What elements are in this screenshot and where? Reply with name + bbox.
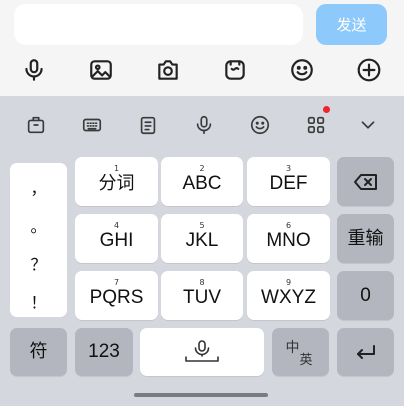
key-number: 2 xyxy=(199,164,205,173)
retype-key[interactable]: 重输 xyxy=(337,214,394,263)
punct-question[interactable]: ？ xyxy=(10,251,67,275)
microphone-icon[interactable] xyxy=(19,56,49,84)
image-icon[interactable] xyxy=(86,56,116,84)
key-label: JKL xyxy=(185,230,219,251)
key-1[interactable]: 1 分词 xyxy=(75,157,158,206)
cn-en-switch-icon: 中 英 xyxy=(285,337,316,368)
key-number: 8 xyxy=(199,278,205,287)
punctuation-column[interactable]: ， 。 ？ ！ xyxy=(10,163,67,317)
key-label: TUV xyxy=(183,287,221,308)
en-label: 英 xyxy=(299,353,313,368)
message-input[interactable] xyxy=(14,4,303,45)
key-label: GHI xyxy=(99,230,134,251)
home-indicator xyxy=(134,393,268,397)
punct-exclaim[interactable]: ！ xyxy=(10,289,67,313)
key-label: WXYZ xyxy=(261,287,316,308)
key-8[interactable]: 8 TUV xyxy=(161,271,243,320)
space-mic-icon xyxy=(185,340,219,362)
key-label: 0 xyxy=(360,284,371,306)
chat-input-area: 发送 xyxy=(0,0,404,96)
cn-label: 中 xyxy=(285,340,300,356)
key-label: MNO xyxy=(266,230,311,251)
key-label: 123 xyxy=(88,341,120,362)
key-9[interactable]: 9 WXYZ xyxy=(247,271,330,320)
camera-icon[interactable] xyxy=(153,56,183,84)
punct-period[interactable]: 。 xyxy=(10,213,67,237)
key-label: 符 xyxy=(29,341,48,362)
cn-en-switch-key[interactable]: 中 英 xyxy=(272,328,329,376)
key-number: 4 xyxy=(113,221,120,230)
backspace-icon xyxy=(353,173,377,190)
enter-icon xyxy=(356,345,375,359)
key-number: 3 xyxy=(285,164,292,173)
plus-circle-icon[interactable] xyxy=(354,56,384,84)
key-number: 7 xyxy=(113,278,120,287)
punct-comma[interactable]: ， xyxy=(10,175,67,199)
emoji-sticker-icon[interactable] xyxy=(220,56,250,84)
key-5[interactable]: 5 JKL xyxy=(161,214,243,263)
key-label: ABC xyxy=(182,173,222,194)
keyboard-icon[interactable] xyxy=(78,111,106,139)
key-number: 9 xyxy=(285,278,292,287)
send-button[interactable]: 发送 xyxy=(316,4,387,45)
toolbox-icon[interactable] xyxy=(22,111,50,139)
key-7[interactable]: 7 PQRS xyxy=(75,271,158,320)
ime-keyboard: ， 。 ？ ！ 1 分词 2 ABC 3 DEF 4 GHI 5 JKL 6 M… xyxy=(0,96,404,406)
chevron-down-icon[interactable] xyxy=(354,111,382,139)
key-4[interactable]: 4 GHI xyxy=(75,214,158,263)
voice-input-icon[interactable] xyxy=(190,111,218,139)
smiley-icon[interactable] xyxy=(287,56,317,84)
key-label: 重输 xyxy=(347,227,384,249)
enter-key[interactable] xyxy=(337,328,394,376)
numbers-key[interactable]: 123 xyxy=(75,328,133,376)
key-number: 1 xyxy=(113,164,120,173)
key-number: 5 xyxy=(199,221,205,230)
key-number: 6 xyxy=(285,221,292,230)
zero-key[interactable]: 0 xyxy=(337,271,394,320)
key-label: 分词 xyxy=(98,173,135,194)
key-label: DEF xyxy=(269,173,308,194)
key-label: PQRS xyxy=(89,287,144,308)
emoji-icon[interactable] xyxy=(246,111,274,139)
key-3[interactable]: 3 DEF xyxy=(247,157,330,206)
apps-grid-icon[interactable] xyxy=(302,111,330,139)
key-6[interactable]: 6 MNO xyxy=(247,214,330,263)
space-key[interactable] xyxy=(140,328,264,376)
clipboard-icon[interactable] xyxy=(134,111,162,139)
backspace-key[interactable] xyxy=(337,157,394,206)
notification-badge xyxy=(323,106,330,113)
key-2[interactable]: 2 ABC xyxy=(161,157,243,206)
symbols-key[interactable]: 符 xyxy=(10,328,67,376)
